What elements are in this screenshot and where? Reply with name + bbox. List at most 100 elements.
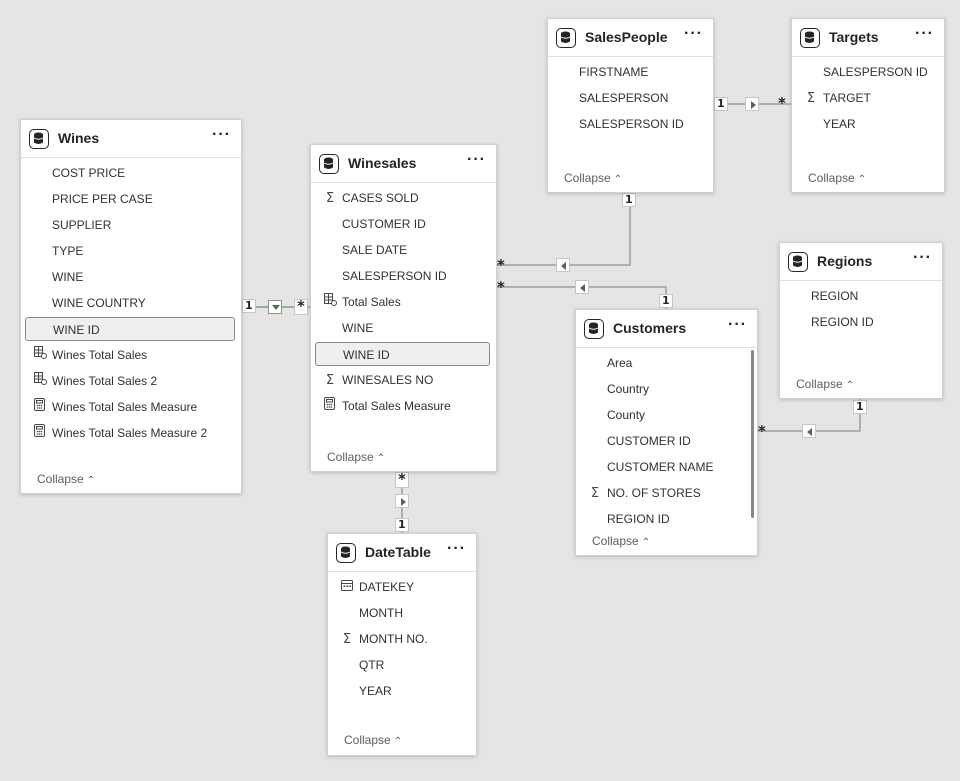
filter-direction-icon[interactable]: [556, 258, 570, 272]
table-icon: [788, 252, 808, 272]
field-label: QTR: [359, 658, 385, 672]
field-label: Wines Total Sales Measure 2: [52, 426, 208, 440]
field-label: SALESPERSON ID: [823, 65, 928, 79]
field-row[interactable]: QTR: [332, 653, 470, 677]
field-label: CASES SOLD: [342, 191, 419, 205]
field-label: WINE: [52, 270, 84, 284]
field-row[interactable]: CUSTOMER NAME: [580, 455, 751, 479]
field-row[interactable]: REGION: [784, 284, 936, 308]
field-row[interactable]: WINE: [25, 265, 235, 289]
calc-column-icon: [33, 369, 47, 393]
collapse-button[interactable]: Collapse ⌃: [344, 733, 402, 747]
field-label: Wines Total Sales Measure: [52, 400, 198, 414]
filter-direction-icon[interactable]: [745, 97, 759, 111]
table-card-regions[interactable]: Regions ··· REGION REGION ID Collapse ⌃: [779, 242, 943, 399]
field-row[interactable]: WINE COUNTRY: [25, 291, 235, 315]
field-label: WINE ID: [53, 323, 100, 337]
more-options-button[interactable]: ···: [447, 540, 466, 558]
filter-direction-icon[interactable]: [575, 280, 589, 294]
table-card-targets[interactable]: Targets ··· SALESPERSON ID Σ TARGET YEAR Colla…: [791, 18, 945, 193]
field-row[interactable]: YEAR: [332, 679, 470, 703]
table-title: Targets: [829, 29, 879, 45]
more-options-button[interactable]: ···: [684, 25, 703, 43]
sum-icon: Σ: [590, 486, 600, 501]
collapse-button[interactable]: Collapse ⌃: [37, 472, 95, 486]
field-row[interactable]: SALESPERSON ID: [796, 60, 938, 84]
table-header[interactable]: Winesales ···: [311, 145, 496, 183]
field-row[interactable]: MONTH: [332, 601, 470, 625]
table-card-datetable[interactable]: DateTable ··· DATEKEY MONTH Σ MONTH NO. QTR YEA…: [327, 533, 477, 756]
table-title: Regions: [817, 253, 873, 269]
field-row[interactable]: Σ CASES SOLD: [315, 186, 490, 210]
field-row[interactable]: CUSTOMER ID: [315, 212, 490, 236]
more-options-button[interactable]: ···: [467, 151, 486, 169]
filter-direction-icon[interactable]: [802, 424, 816, 438]
field-row[interactable]: Σ TARGET: [796, 86, 938, 110]
table-card-customers[interactable]: Customers ··· Area Country County CUSTOMER ID…: [575, 309, 758, 556]
field-row[interactable]: SUPPLIER: [25, 213, 235, 237]
field-row[interactable]: Wines Total Sales 2: [25, 369, 235, 393]
field-row[interactable]: SALESPERSON ID: [552, 112, 707, 136]
field-row[interactable]: TYPE: [25, 239, 235, 263]
scrollbar[interactable]: [751, 350, 754, 518]
field-row[interactable]: FIRSTNAME: [552, 60, 707, 84]
collapse-button[interactable]: Collapse ⌃: [564, 171, 622, 185]
more-options-button[interactable]: ···: [915, 25, 934, 43]
filter-direction-icon[interactable]: [268, 300, 282, 314]
field-row[interactable]: Σ MONTH NO.: [332, 627, 470, 651]
field-row[interactable]: WINE ID: [25, 317, 235, 341]
more-options-button[interactable]: ···: [212, 126, 231, 144]
table-card-salespeople[interactable]: SalesPeople ··· FIRSTNAME SALESPERSON SALESP…: [547, 18, 714, 193]
field-row[interactable]: WINE: [315, 316, 490, 340]
field-row[interactable]: Total Sales: [315, 290, 490, 314]
model-canvas[interactable]: 1 * 1 * 1 * 1 * 1 * * 1 Wines ··· COST PRI…: [0, 0, 960, 781]
rel-one-salespeople: 1: [714, 97, 728, 111]
more-options-button[interactable]: ···: [913, 249, 932, 267]
rel-many-targets: *: [778, 94, 786, 112]
measure-icon: [323, 394, 337, 418]
field-row[interactable]: REGION ID: [784, 310, 936, 334]
field-row[interactable]: County: [580, 403, 751, 427]
field-row[interactable]: PRICE PER CASE: [25, 187, 235, 211]
more-options-button[interactable]: ···: [728, 316, 747, 334]
field-row[interactable]: WINE ID: [315, 342, 490, 366]
field-row[interactable]: SALESPERSON: [552, 86, 707, 110]
field-label: TARGET: [823, 91, 871, 105]
table-header[interactable]: Targets ···: [792, 19, 944, 57]
collapse-button[interactable]: Collapse ⌃: [796, 377, 854, 391]
field-row[interactable]: Σ WINESALES NO: [315, 368, 490, 392]
calc-column-icon: [33, 343, 47, 367]
filter-direction-icon[interactable]: [395, 494, 409, 508]
table-header[interactable]: SalesPeople ···: [548, 19, 713, 57]
field-row[interactable]: Σ NO. OF STORES: [580, 481, 751, 505]
field-row[interactable]: Wines Total Sales Measure: [25, 395, 235, 419]
field-label: WINE ID: [343, 348, 390, 362]
table-card-wines[interactable]: Wines ··· COST PRICE PRICE PER CASE SUPPLIER…: [20, 119, 242, 494]
field-row[interactable]: Wines Total Sales: [25, 343, 235, 367]
field-row[interactable]: YEAR: [796, 112, 938, 136]
field-row[interactable]: CUSTOMER ID: [580, 429, 751, 453]
table-card-winesales[interactable]: Winesales ··· Σ CASES SOLD CUSTOMER ID SALE D…: [310, 144, 497, 472]
field-row[interactable]: Country: [580, 377, 751, 401]
field-label: SALESPERSON: [579, 91, 669, 105]
table-header[interactable]: DateTable ···: [328, 534, 476, 572]
field-row[interactable]: DATEKEY: [332, 575, 470, 599]
collapse-button[interactable]: Collapse ⌃: [327, 450, 385, 464]
sum-icon: Σ: [325, 191, 335, 206]
field-row[interactable]: Wines Total Sales Measure 2: [25, 421, 235, 445]
field-row[interactable]: COST PRICE: [25, 161, 235, 185]
field-row[interactable]: SALE DATE: [315, 238, 490, 262]
table-header[interactable]: Regions ···: [780, 243, 942, 281]
field-row[interactable]: Total Sales Measure: [315, 394, 490, 418]
field-row[interactable]: SALESPERSON ID: [315, 264, 490, 288]
field-row[interactable]: REGION ID: [580, 507, 751, 531]
collapse-label: Collapse: [344, 733, 391, 747]
field-label: DATEKEY: [359, 580, 415, 594]
table-header[interactable]: Customers ···: [576, 310, 757, 348]
field-row[interactable]: Area: [580, 351, 751, 375]
field-label: TYPE: [52, 244, 84, 258]
collapse-button[interactable]: Collapse ⌃: [808, 171, 866, 185]
field-label: Total Sales: [342, 295, 401, 309]
table-header[interactable]: Wines ···: [21, 120, 241, 158]
collapse-button[interactable]: Collapse ⌃: [592, 534, 650, 548]
